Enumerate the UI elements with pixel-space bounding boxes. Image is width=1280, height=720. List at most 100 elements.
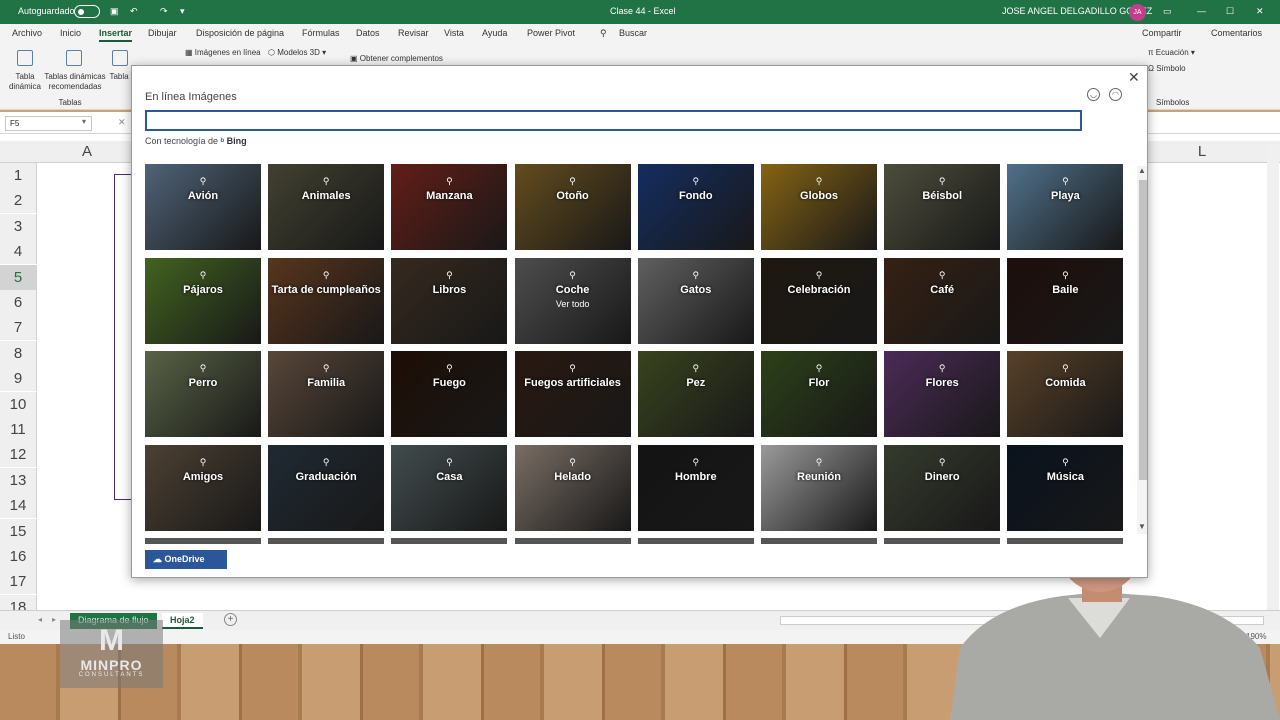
onedrive-button[interactable]: ☁ OneDrive <box>145 550 227 569</box>
col-header-l[interactable]: L <box>1150 141 1254 163</box>
tab-dibujar[interactable]: Dibujar <box>148 28 177 38</box>
image-tile-hombre[interactable]: ⚲ Hombre <box>637 444 754 531</box>
tab-datos[interactable]: Datos <box>356 28 380 38</box>
minimize-icon[interactable]: — <box>1197 6 1206 16</box>
scroll-thumb[interactable] <box>1139 180 1147 480</box>
image-tile-animales[interactable]: ⚲ Animales <box>268 164 385 250</box>
tab-insertar[interactable]: Insertar <box>99 28 133 42</box>
tab-revisar[interactable]: Revisar <box>398 28 429 38</box>
sheet-tab-hoja2[interactable]: Hoja2 <box>162 613 203 629</box>
tab-inicio[interactable]: Inicio <box>60 28 81 38</box>
share-button[interactable]: Compartir <box>1142 28 1182 38</box>
row-header[interactable]: 2 <box>0 188 37 214</box>
image-tile-fuegos-artificiales[interactable]: ⚲ Fuegos artificiales <box>514 351 631 437</box>
image-tile-globos[interactable]: ⚲ Globos <box>761 164 877 250</box>
next-sheet-icon[interactable]: ▸ <box>52 615 56 624</box>
image-tile-manzana[interactable]: ⚲ Manzana <box>391 164 508 250</box>
undo-icon[interactable]: ↶ <box>130 6 138 17</box>
image-tile-flores[interactable]: ⚲ Flores <box>884 351 1001 437</box>
image-tile-pajaros[interactable]: ⚲ Pájaros <box>145 257 261 344</box>
image-tile-flor[interactable]: ⚲ Flor <box>761 351 877 437</box>
row-header[interactable]: 3 <box>0 213 37 239</box>
image-tile-familia[interactable]: ⚲ Familia <box>268 351 385 437</box>
symbol-button[interactable]: Ω Símbolo <box>1148 64 1186 74</box>
prev-sheet-icon[interactable]: ◂ <box>38 615 42 624</box>
col-header-a[interactable]: A <box>38 141 136 163</box>
image-tile-baile[interactable]: ⚲ Baile <box>1007 257 1124 344</box>
image-tile-graduacion[interactable]: ⚲ Graduación <box>268 444 385 531</box>
row-header[interactable]: 13 <box>0 467 37 493</box>
image-tile-libros[interactable]: ⚲ Libros <box>391 257 508 344</box>
image-tile-helado[interactable]: ⚲ Helado <box>514 444 631 531</box>
search-label[interactable]: Buscar <box>619 28 647 38</box>
row-header[interactable]: 9 <box>0 366 37 392</box>
customize-icon[interactable]: ▾ <box>180 6 185 17</box>
get-addins-button[interactable]: ▣ Obtener complementos <box>350 54 443 64</box>
image-tile-musica[interactable]: ⚲ Música <box>1007 444 1124 531</box>
name-box-dropdown-icon[interactable]: ▾ <box>82 117 86 126</box>
image-tile-avion[interactable]: ⚲ Avión <box>145 164 261 250</box>
see-all-link[interactable]: Ver todo <box>515 299 631 309</box>
table-icon[interactable] <box>112 50 128 66</box>
row-header[interactable]: 15 <box>0 518 37 544</box>
avatar[interactable]: JA <box>1129 4 1146 21</box>
maximize-icon[interactable]: ☐ <box>1226 6 1234 17</box>
row-header[interactable]: 5 <box>0 264 37 290</box>
image-tile-amigos[interactable]: ⚲ Amigos <box>145 444 261 531</box>
image-tile-celebracion[interactable]: ⚲ Celebración <box>761 257 877 344</box>
tab-ayuda[interactable]: Ayuda <box>482 28 507 38</box>
pivot-table-button[interactable]: Tabla dinámica <box>6 72 44 92</box>
close-icon[interactable]: ✕ <box>1128 69 1140 86</box>
tab-formulas[interactable]: Fórmulas <box>302 28 340 38</box>
name-box[interactable]: F5 <box>5 116 92 131</box>
row-header[interactable]: 12 <box>0 442 37 468</box>
scroll-down-icon[interactable]: ▼ <box>1138 522 1146 531</box>
row-header[interactable]: 7 <box>0 315 37 341</box>
image-tile-fuego[interactable]: ⚲ Fuego <box>391 351 508 437</box>
tab-vista[interactable]: Vista <box>444 28 464 38</box>
image-tile-fondo[interactable]: ⚲ Fondo <box>637 164 754 250</box>
row-header[interactable]: 16 <box>0 544 37 569</box>
row-header[interactable]: 1 <box>0 163 37 188</box>
cancel-icon[interactable]: ✕ <box>118 117 126 128</box>
image-tile-gatos[interactable]: ⚲ Gatos <box>637 257 754 344</box>
search-icon[interactable]: ⚲ <box>600 28 607 39</box>
redo-icon[interactable]: ↷ <box>160 6 168 17</box>
pivot-table-icon[interactable] <box>17 50 33 66</box>
table-button[interactable]: Tabla <box>108 72 130 82</box>
image-tile-perro[interactable]: ⚲ Perro <box>145 351 261 437</box>
frown-feedback-icon[interactable]: ◠ <box>1109 88 1122 101</box>
recommended-pivot-icon[interactable] <box>66 50 82 66</box>
tab-archivo[interactable]: Archivo <box>12 28 42 38</box>
image-tile-tarta-de-cumpleanos[interactable]: ⚲ Tarta de cumpleaños <box>268 257 385 344</box>
comments-button[interactable]: Comentarios <box>1211 28 1262 38</box>
recommended-pivot-button[interactable]: Tablas dinámicas recomendadas <box>44 72 106 92</box>
equation-button[interactable]: π Ecuación ▾ <box>1148 48 1195 58</box>
autosave-toggle[interactable] <box>74 5 100 18</box>
dialog-scrollbar[interactable]: ▲ ▼ <box>1137 166 1147 534</box>
online-images-button[interactable]: ▦ Imágenes en línea <box>185 48 261 58</box>
image-tile-cafe[interactable]: ⚲ Café <box>884 257 1001 344</box>
image-tile-otono[interactable]: ⚲ Otoño <box>514 164 631 250</box>
tab-disposicion[interactable]: Disposición de página <box>196 28 284 38</box>
image-tile-beisbol[interactable]: ⚲ Béisbol <box>884 164 1001 250</box>
image-tile-playa[interactable]: ⚲ Playa <box>1007 164 1124 250</box>
close-window-icon[interactable]: ✕ <box>1256 6 1264 17</box>
row-header[interactable]: 10 <box>0 391 37 417</box>
image-tile-dinero[interactable]: ⚲ Dinero <box>884 444 1001 531</box>
row-header[interactable]: 8 <box>0 340 37 366</box>
image-tile-coche[interactable]: ⚲ Coche Ver todo <box>514 257 631 344</box>
image-tile-comida[interactable]: ⚲ Comida <box>1007 351 1124 437</box>
row-header[interactable]: 11 <box>0 417 37 442</box>
row-header[interactable]: 14 <box>0 493 37 519</box>
row-header[interactable]: 6 <box>0 290 37 315</box>
image-tile-casa[interactable]: ⚲ Casa <box>391 444 508 531</box>
add-sheet-icon[interactable]: + <box>224 613 237 626</box>
row-header[interactable]: 4 <box>0 239 37 265</box>
tab-power-pivot[interactable]: Power Pivot <box>527 28 575 38</box>
image-tile-pez[interactable]: ⚲ Pez <box>637 351 754 437</box>
smile-feedback-icon[interactable]: ◡ <box>1087 88 1100 101</box>
image-search-input[interactable] <box>145 110 1082 131</box>
ribbon-display-icon[interactable]: ▭ <box>1163 6 1172 17</box>
row-header[interactable]: 17 <box>0 569 37 595</box>
